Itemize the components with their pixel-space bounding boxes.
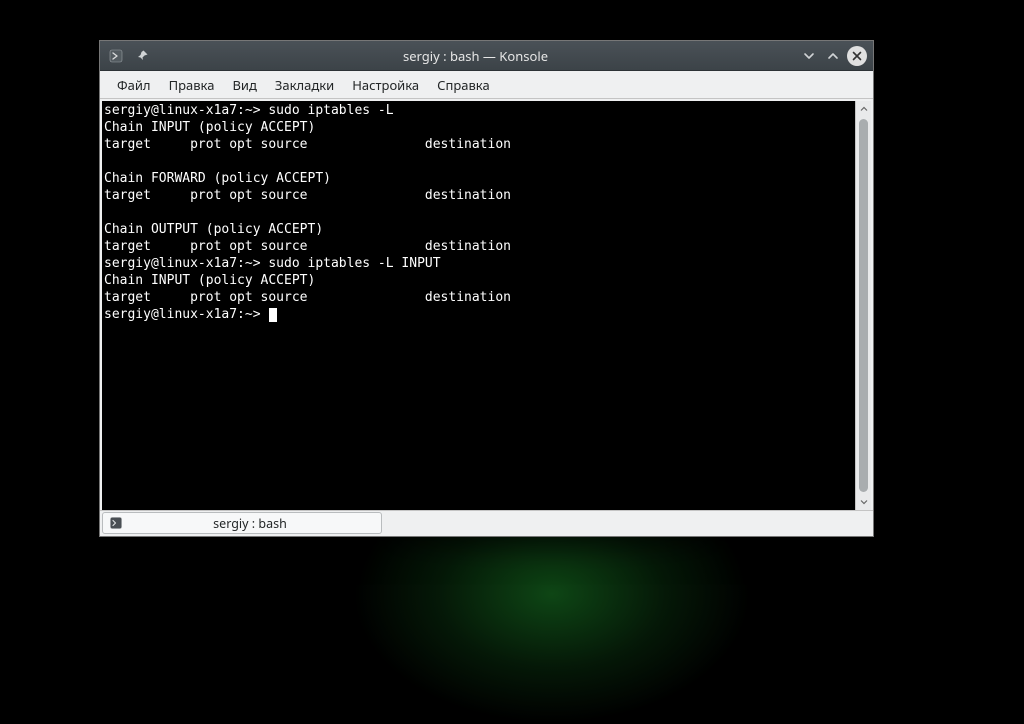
- titlebar-left: [106, 46, 152, 66]
- titlebar[interactable]: sergiy : bash — Konsole: [100, 41, 873, 71]
- menu-file[interactable]: Файл: [108, 72, 160, 98]
- menu-settings[interactable]: Настройка: [343, 72, 428, 98]
- menu-help[interactable]: Справка: [428, 72, 499, 98]
- konsole-window: sergiy : bash — Konsole Файл Правка Вид …: [99, 40, 874, 537]
- scroll-thumb[interactable]: [859, 119, 868, 492]
- menu-view[interactable]: Вид: [223, 72, 265, 98]
- terminal-scrollbar[interactable]: [855, 101, 871, 510]
- maximize-button[interactable]: [823, 46, 843, 66]
- menubar: Файл Правка Вид Закладки Настройка Справ…: [100, 71, 873, 99]
- tab-terminal[interactable]: sergiy : bash: [102, 512, 382, 534]
- terminal-icon: [109, 516, 123, 530]
- menu-edit[interactable]: Правка: [160, 72, 224, 98]
- terminal-cursor: [269, 308, 277, 322]
- menu-bookmarks[interactable]: Закладки: [266, 72, 343, 98]
- tabbar: sergiy : bash: [100, 510, 873, 536]
- titlebar-right: [799, 46, 867, 66]
- app-menu-icon[interactable]: [106, 46, 126, 66]
- close-button[interactable]: [847, 46, 867, 66]
- minimize-button[interactable]: [799, 46, 819, 66]
- tab-label: sergiy : bash: [129, 515, 371, 532]
- terminal-container: sergiy@linux-x1a7:~> sudo iptables -L Ch…: [102, 101, 871, 510]
- pin-icon[interactable]: [132, 46, 152, 66]
- scroll-up-icon[interactable]: [856, 101, 871, 117]
- terminal[interactable]: sergiy@linux-x1a7:~> sudo iptables -L Ch…: [102, 101, 855, 510]
- window-title: sergiy : bash — Konsole: [152, 47, 799, 65]
- scroll-down-icon[interactable]: [856, 494, 871, 510]
